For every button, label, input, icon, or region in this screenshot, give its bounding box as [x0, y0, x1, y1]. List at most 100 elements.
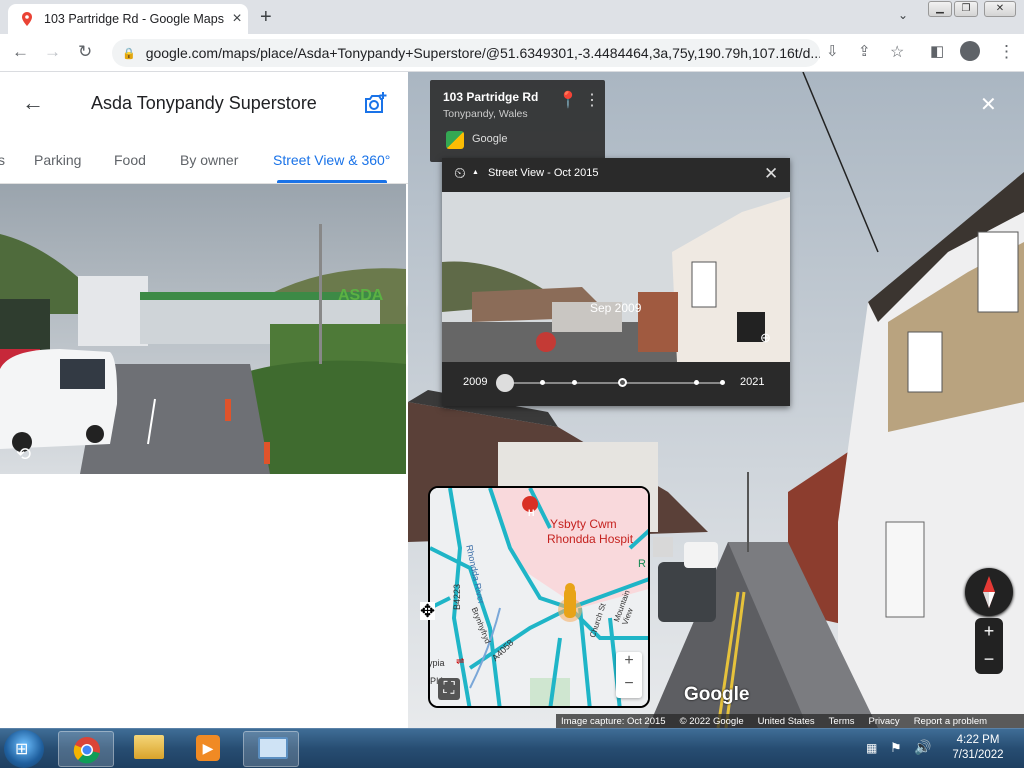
year-slider-handle[interactable] [496, 374, 514, 392]
location-pin-icon[interactable]: 📍 [558, 90, 578, 110]
street-view-photo-thumbnail[interactable]: ASDA [0, 184, 406, 474]
address-line-2: Tonypandy, Wales [443, 108, 528, 120]
clock-date: 7/31/2022 [952, 749, 1004, 761]
move-cursor-icon: ✥ [420, 601, 436, 621]
place-panel: ← Asda Tonypandy Superstore s Parking Fo… [0, 72, 408, 728]
system-clock[interactable]: 4:22 PM 7/31/2022 [938, 733, 1018, 763]
install-app-icon[interactable]: ⇩ [826, 42, 839, 60]
volume-icon[interactable]: 🔊 [914, 739, 931, 756]
network-tray-icon[interactable]: ▦ [866, 741, 877, 755]
year-end-label: 2021 [740, 376, 765, 388]
history-clock-icon[interactable]: ⏲ [454, 165, 466, 182]
action-center-flag-icon[interactable]: ⚑ [890, 740, 902, 756]
year-slider[interactable] [496, 374, 725, 392]
year-tick[interactable] [572, 380, 577, 385]
back-arrow-icon[interactable]: ← [12, 42, 29, 62]
region-link[interactable]: United States [758, 716, 815, 727]
year-start-label: 2009 [463, 376, 488, 388]
street-view-footer: Image capture: Oct 2015 © 2022 Google Un… [556, 714, 1024, 728]
mini-map-zoom-out-button[interactable]: − [616, 675, 642, 698]
tab-close-icon[interactable]: × [226, 10, 248, 28]
remote-desktop-icon [258, 737, 288, 759]
mini-map[interactable]: H Ysbyty Cwm Rhondda Hospit R Rhondda Ri… [428, 486, 650, 708]
historic-imagery-thumbnail[interactable] [442, 192, 790, 362]
more-options-icon[interactable]: ⋮ [584, 90, 600, 110]
media-player-icon: ▶ [196, 735, 220, 761]
time-travel-close-icon[interactable]: ✕ [764, 164, 778, 184]
tab-by-owner[interactable]: By owner [180, 152, 238, 168]
mini-map-zoom-control: + − [616, 652, 642, 698]
dropdown-caret-icon[interactable]: ▲ [472, 169, 479, 176]
reload-icon[interactable]: ↻ [78, 42, 92, 62]
taskbar-chrome[interactable] [58, 731, 114, 767]
url-text: google.com/maps/place/Asda+Tonypandy+Sup… [145, 45, 820, 61]
hospital-label-1: Ysbyty Cwm [550, 517, 617, 531]
panel-back-arrow-icon[interactable]: ← [22, 90, 44, 116]
year-tick-current[interactable] [618, 378, 627, 387]
close-window-button[interactable]: ✕ [984, 1, 1016, 17]
browser-tab[interactable]: 103 Partridge Rd - Google Maps × [8, 4, 248, 34]
year-tick[interactable] [540, 380, 545, 385]
provider-label: Google [472, 133, 508, 145]
profile-avatar[interactable] [960, 41, 980, 61]
time-travel-card: ⏲ ▲ Street View - Oct 2015 ✕ Sep 2009 ⊕ … [442, 158, 790, 406]
zoom-out-button[interactable]: − [975, 646, 1003, 674]
image-capture-date: Image capture: Oct 2015 [561, 715, 666, 727]
side-panel-icon[interactable]: ◧ [930, 42, 944, 60]
thumbnail-date-label: Sep 2009 [590, 301, 642, 315]
chrome-icon [73, 737, 100, 764]
map-edge-label: R [638, 558, 646, 570]
active-tab-indicator [277, 180, 387, 183]
year-tick[interactable] [694, 380, 699, 385]
bookmark-star-icon[interactable]: ☆ [890, 42, 904, 62]
menu-kebab-icon[interactable]: ⋮ [998, 42, 1015, 62]
forward-arrow-icon[interactable]: → [44, 42, 61, 62]
expand-map-icon[interactable]: ⛶ [438, 678, 460, 700]
close-street-view-icon[interactable]: ✕ [980, 92, 997, 117]
browser-tab-bar: 103 Partridge Rd - Google Maps × + ⌄ ▁ ❐… [0, 0, 1024, 34]
address-card: 103 Partridge Rd Tonypandy, Wales 📍 ⋮ Go… [430, 80, 605, 162]
share-icon[interactable]: ⇪ [858, 42, 871, 60]
restore-button[interactable]: ❐ [954, 1, 978, 17]
street-view-pane[interactable]: 103 Partridge Rd Tonypandy, Wales 📍 ⋮ Go… [408, 72, 1024, 728]
360-rotate-icon: ⟲ [16, 444, 32, 464]
report-problem-link[interactable]: Report a problem [914, 716, 987, 727]
taskbar-media-player[interactable]: ▶ [180, 731, 236, 767]
lock-icon: 🔒 [122, 47, 136, 60]
folder-icon [134, 735, 164, 759]
maps-favicon-icon [22, 12, 32, 26]
minimize-button[interactable]: ▁ [928, 1, 952, 17]
terms-link[interactable]: Terms [829, 716, 855, 727]
svg-text:ASDA: ASDA [338, 287, 384, 304]
zoom-in-button[interactable]: + [975, 618, 1003, 646]
mini-map-zoom-in-button[interactable]: + [616, 652, 642, 675]
browser-toolbar: ← → ↻ 🔒 google.com/maps/place/Asda+Tonyp… [0, 34, 1024, 72]
tab-street-view-360[interactable]: Street View & 360° [273, 152, 390, 168]
road-label-b4223: B4223 [452, 583, 462, 610]
hospital-label-2: Rhondda Hospit [547, 532, 634, 546]
year-tick[interactable] [720, 380, 725, 385]
windows-logo-icon: ⊞ [15, 741, 29, 758]
new-tab-button[interactable]: + [260, 6, 272, 29]
tab-food[interactable]: Food [114, 152, 146, 168]
copyright: © 2022 Google [679, 715, 744, 727]
windows-taskbar: ⊞ ▶ ▦ ⚑ 🔊 4:22 PM 7/31/2022 [0, 728, 1024, 768]
address-bar[interactable]: 🔒 google.com/maps/place/Asda+Tonypandy+S… [112, 39, 820, 67]
compass-button[interactable] [965, 568, 1013, 616]
tab-search-chevron-icon[interactable]: ⌄ [898, 8, 908, 22]
start-button[interactable]: ⊞ [4, 730, 44, 768]
address-line-1: 103 Partridge Rd [443, 90, 539, 104]
svg-text:H: H [528, 508, 535, 518]
add-photo-icon[interactable] [363, 90, 389, 116]
google-watermark: Google [684, 684, 750, 705]
google-maps-logo-icon [446, 131, 464, 149]
time-travel-header: Street View - Oct 2015 [488, 167, 599, 179]
tab-truncated[interactable]: s [0, 152, 5, 168]
zoom-thumbnail-icon[interactable]: ⊕ [760, 330, 771, 346]
privacy-link[interactable]: Privacy [869, 716, 900, 727]
tab-parking[interactable]: Parking [34, 152, 81, 168]
taskbar-explorer[interactable] [120, 731, 176, 767]
taskbar-remote-desktop[interactable] [243, 731, 299, 767]
place-label: ypia [428, 658, 445, 668]
clock-time: 4:22 PM [956, 734, 1000, 746]
